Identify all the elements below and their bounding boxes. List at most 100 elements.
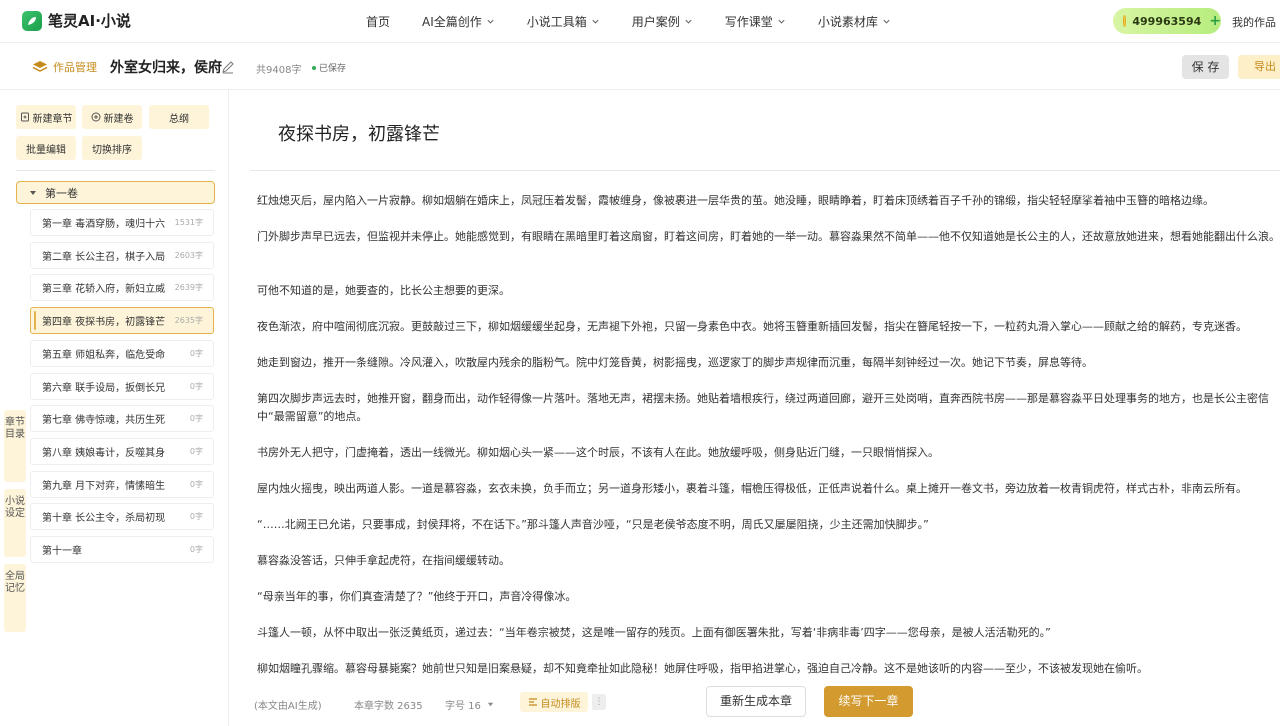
chapter-item-title: 第一章 毒酒穿肠，魂归十六 — [42, 219, 166, 230]
total-word-count: 共9408字 — [256, 65, 302, 76]
export-button[interactable]: 导出 — [1238, 55, 1280, 79]
paragraph[interactable]: “……北阙王已允诺，只要事成，封侯拜将，不在话下。”那斗篷人声音沙哑，“只是老侯… — [257, 516, 1280, 534]
nav-item-label: 写作课堂 — [724, 15, 773, 29]
nav-item-5[interactable]: 小说素材库 — [818, 13, 891, 30]
chapter-item-count: 2635字 — [174, 316, 203, 326]
chapter-item-count: 0字 — [189, 545, 203, 554]
paragraph[interactable]: 门外脚步声早已远去，但监视并未停止。她能感觉到，有眼睛在黑暗里盯着这扇窗，盯着这… — [257, 228, 1280, 246]
my-works-link[interactable]: 我的作品 — [1232, 14, 1276, 30]
chevron-down-icon — [487, 19, 494, 24]
chapter-item[interactable]: 第一章 毒酒穿肠，魂归十六 1531字 — [30, 209, 214, 236]
nav-item-label: 用户案例 — [631, 15, 680, 29]
chevron-down-icon — [883, 19, 890, 24]
chapter-item-title: 第五章 师姐私奔，临危受命 — [42, 349, 166, 361]
nav-item-3[interactable]: 用户案例 — [632, 13, 693, 30]
chapter-word-count: 本章字数 2635 — [354, 701, 423, 712]
logo[interactable]: 笔灵AI·小说 — [22, 10, 131, 31]
batch-edit-button[interactable]: 批量编辑 — [16, 136, 76, 160]
sidebar-divider — [16, 170, 215, 171]
chapter-item-title: 第六章 联手设局，扳倒长兄 — [42, 382, 166, 394]
auto-layout-label: 自动排版 — [540, 698, 581, 710]
chevron-down-icon — [685, 19, 692, 24]
continue-next-chapter-button[interactable]: 续写下一章 — [824, 686, 913, 717]
volume-label: 第一卷 — [45, 186, 78, 200]
volume-row[interactable]: 第一卷 — [16, 181, 215, 204]
chapter-item[interactable]: 第三章 花轿入府，新妇立威 2639字 — [30, 274, 214, 302]
paragraph[interactable]: “母亲当年的事，你们真查清楚了？”他终于开口，声音冷得像冰。 — [257, 588, 1280, 606]
font-size-value: 字号 16 — [445, 701, 481, 712]
vertical-tab-2[interactable]: 全局记忆 — [4, 564, 26, 632]
new-chapter-button[interactable]: 新建章节 — [16, 105, 76, 129]
auto-layout-button[interactable]: 自动排版 — [520, 692, 588, 712]
paragraph[interactable]: 可他不知道的是，她要查的，比长公主想要的更深。 — [257, 282, 1280, 300]
chapter-item[interactable]: 第十一章 0字 — [30, 536, 214, 563]
regenerate-chapter-button[interactable]: 重新生成本章 — [706, 686, 806, 717]
chapter-item-count: 1531字 — [174, 218, 203, 227]
chapter-item-title: 第九章 月下对弈，情愫暗生 — [42, 480, 166, 492]
nav-item-4[interactable]: 写作课堂 — [725, 13, 786, 30]
ai-generated-note: (本文由AI生成) — [254, 701, 322, 712]
chapter-item[interactable]: 第六章 联手设局，扳倒长兄 0字 — [30, 372, 214, 400]
nav-item-2[interactable]: 小说工具箱 — [527, 13, 600, 30]
work-title[interactable]: 外室女归来，侯府掉马甲 — [110, 57, 222, 77]
logo-text: 笔灵AI·小说 — [48, 12, 131, 30]
font-size-select[interactable]: 字号 16 — [445, 697, 494, 712]
paragraph[interactable]: 书房外无人把守，门虚掩着，透出一线微光。柳如烟心头一紧——这个时辰，不该有人在此… — [257, 444, 1280, 462]
chapter-item-title: 第十一章 — [42, 546, 82, 557]
format-icon — [528, 698, 537, 706]
chapter-item[interactable]: 第八章 姨娘毒计，反噬其身 0字 — [30, 437, 214, 465]
feather-logo-icon — [22, 10, 42, 31]
save-button[interactable]: 保 存 — [1182, 55, 1229, 79]
edit-pencil-icon[interactable] — [221, 59, 235, 78]
works-manage-button[interactable]: 作品管理 — [32, 59, 97, 75]
batch-edit-label: 批量编辑 — [26, 144, 66, 156]
paragraph[interactable]: 红烛熄灭后，屋内陷入一片寂静。柳如烟躺在婚床上，凤冠压着发髻，霞帔缠身，像被裹进… — [257, 192, 1280, 210]
chapter-title[interactable]: 夜探书房，初露锋芒 — [278, 120, 440, 146]
nav-item-label: 首页 — [366, 15, 391, 29]
points-value: 499963594 — [1132, 14, 1202, 28]
main-nav: 首页 AI全篇创作 小说工具箱 用户案例 写作课堂 小说素材库 — [366, 0, 923, 43]
saved-status: 已保存 — [312, 61, 346, 74]
chapter-item-title: 第二章 长公主召，棋子入局 — [42, 251, 166, 263]
chevron-down-icon — [778, 19, 785, 24]
caret-down-icon — [30, 190, 36, 195]
new-chapter-label: 新建章节 — [32, 113, 73, 125]
chapter-item-title: 第七章 佛寺惊魂，共历生死 — [42, 415, 166, 427]
paragraph[interactable]: 第四次脚步声远去时，她推开窗，翻身而出，动作轻得像一片落叶。落地无声，裙摆未扬。… — [257, 390, 1280, 426]
works-manage-label: 作品管理 — [53, 61, 97, 74]
paragraph[interactable]: 慕容淼没答话，只伸手拿起虎符，在指间缓缓转动。 — [257, 552, 1280, 570]
new-volume-button[interactable]: 新建卷 — [82, 105, 142, 129]
more-options-icon[interactable]: ⋮ — [592, 694, 606, 710]
add-points-icon[interactable]: + — [1209, 13, 1221, 29]
paragraph[interactable]: 她走到窗边，推开一条缝隙。冷风灌入，吹散屋内残余的脂粉气。院中灯笼昏黄，树影摇曳… — [257, 354, 1280, 372]
chapter-item[interactable]: 第七章 佛寺惊魂，共历生死 0字 — [30, 405, 214, 433]
chapter-item[interactable]: 第四章 夜探书房，初露锋芒 2635字 — [30, 307, 214, 335]
points-balance[interactable]: 499963594 + — [1113, 8, 1221, 34]
paragraph[interactable]: 夜色渐浓，府中喧闹彻底沉寂。更鼓敲过三下，柳如烟缓缓坐起身，无声褪下外袍，只留一… — [257, 318, 1280, 336]
work-header: 作品管理 外室女归来，侯府掉马甲 共9408字 已保存 保 存 导出 — [0, 43, 1280, 90]
chapter-item-count: 0字 — [189, 414, 203, 424]
status-dot-icon — [312, 65, 316, 70]
paragraph[interactable]: 斗篷人一顿，从怀中取出一张泛黄纸页，递过去：“当年卷宗被焚，这是唯一留存的残页。… — [257, 624, 1280, 642]
chapter-item[interactable]: 第二章 长公主召，棋子入局 2603字 — [30, 241, 214, 269]
outline-button[interactable]: 总纲 — [149, 105, 209, 129]
paragraph[interactable]: 柳如烟瞳孔骤缩。慕容母暴毙案？她前世只知是旧案悬疑，却不知竟牵扯如此隐秘！她屏住… — [257, 660, 1280, 678]
nav-item-0[interactable]: 首页 — [366, 13, 390, 30]
chapter-item-title: 第十章 长公主令，杀局初现 — [42, 513, 166, 525]
nav-item-1[interactable]: AI全篇创作 — [422, 13, 495, 30]
paragraph[interactable]: 屋内烛火摇曳，映出两道人影。一道是慕容淼，玄衣未换，负手而立；另一道身形矮小，裹… — [257, 480, 1280, 498]
toggle-sort-label: 切换排序 — [92, 144, 132, 156]
toggle-sort-button[interactable]: 切换排序 — [82, 136, 142, 160]
chapter-item-count: 0字 — [189, 446, 203, 456]
chapter-item-count: 2603字 — [174, 250, 203, 260]
nav-item-label: 小说素材库 — [817, 15, 878, 29]
chapter-item[interactable]: 第十章 长公主令，杀局初现 0字 — [30, 503, 214, 531]
vertical-tab-0[interactable]: 章节目录 — [4, 410, 26, 482]
nav-item-label: AI全篇创作 — [422, 15, 482, 29]
chapter-item[interactable]: 第九章 月下对弈，情愫暗生 0字 — [30, 470, 214, 498]
vertical-tab-1[interactable]: 小说设定 — [4, 489, 26, 557]
new-volume-label: 新建卷 — [103, 113, 134, 125]
chapter-item[interactable]: 第五章 师姐私奔，临危受命 0字 — [30, 339, 214, 367]
chapter-item-count: 0字 — [189, 479, 203, 489]
chapter-item-title: 第三章 花轿入府，新妇立威 — [42, 284, 166, 296]
